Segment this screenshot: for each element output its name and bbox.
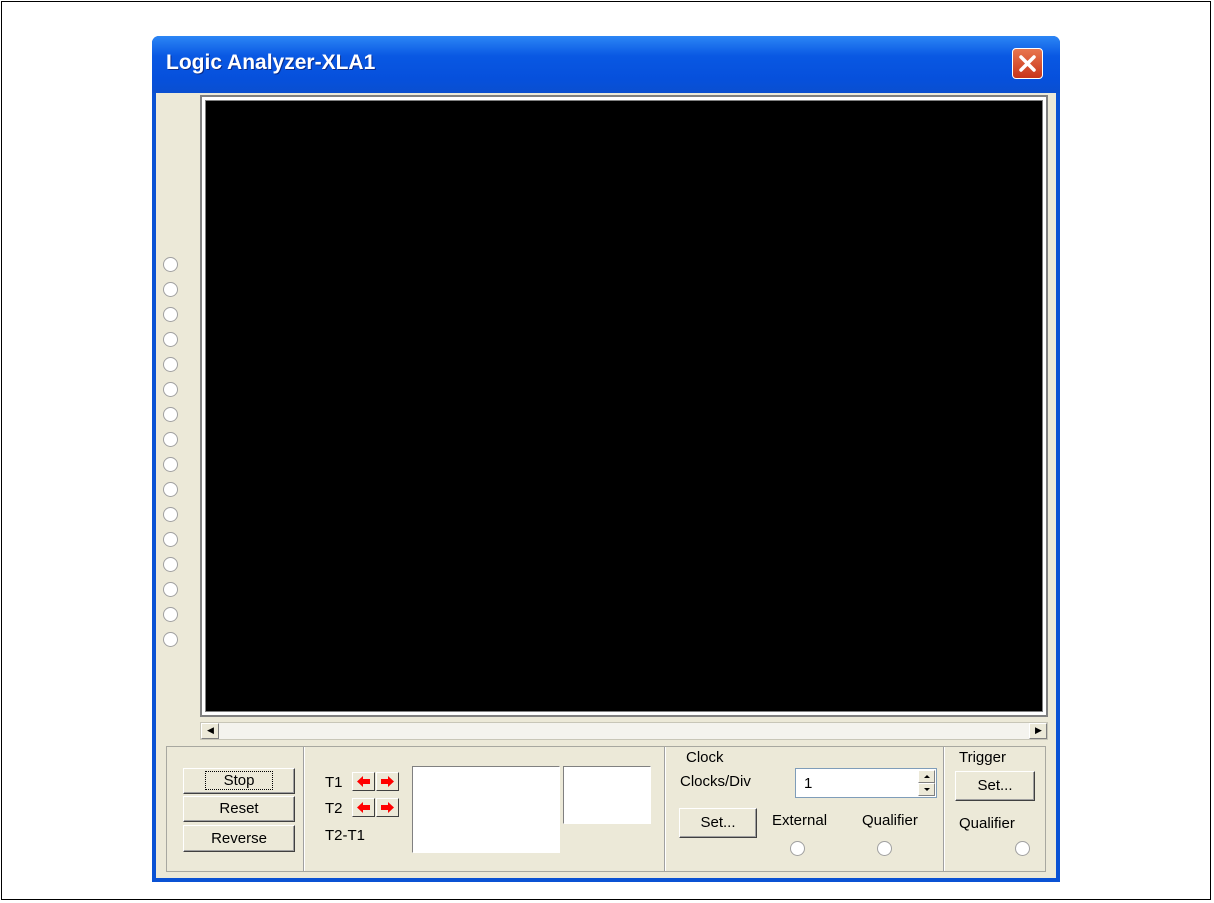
arrow-left-icon: [357, 802, 370, 813]
arrow-left-icon: [357, 776, 370, 787]
input-pin[interactable]: [163, 407, 178, 422]
t2-right-button[interactable]: [376, 798, 399, 817]
t1-label: T1: [325, 774, 343, 791]
t2-t1-label: T2-T1: [325, 827, 366, 844]
input-pin[interactable]: [163, 532, 178, 547]
clocks-per-div-label: Clocks/Div: [680, 773, 751, 790]
t1-left-button[interactable]: [352, 772, 375, 791]
input-pin[interactable]: [163, 557, 178, 572]
logic-analyzer-window: Logic Analyzer-XLA1 ◀ ▶ Stop Reset Rever…: [152, 36, 1060, 882]
control-panel: Stop Reset Reverse T1 T2 T2-T1 Clock Clo…: [166, 746, 1046, 872]
t2-left-button[interactable]: [352, 798, 375, 817]
trigger-set-button[interactable]: Set...: [955, 771, 1035, 801]
waveform-display[interactable]: [205, 100, 1043, 712]
input-pin[interactable]: [163, 307, 178, 322]
reverse-button[interactable]: Reverse: [183, 825, 295, 852]
input-pin[interactable]: [163, 507, 178, 522]
window-client-area: ◀ ▶ Stop Reset Reverse T1 T2 T2-T1 Clock…: [156, 93, 1056, 878]
clocks-per-div-spinner[interactable]: [918, 770, 935, 796]
separator: [664, 747, 666, 871]
clock-qualifier-pin[interactable]: [877, 841, 892, 856]
input-pin[interactable]: [163, 332, 178, 347]
t1-right-button[interactable]: [376, 772, 399, 791]
trigger-qualifier-pin[interactable]: [1015, 841, 1030, 856]
input-pin[interactable]: [163, 607, 178, 622]
cursor-time-readout: [412, 766, 560, 853]
cursor-value-readout: [563, 766, 651, 824]
reset-button[interactable]: Reset: [183, 796, 295, 822]
input-pin[interactable]: [163, 457, 178, 472]
clock-group-title: Clock: [683, 749, 727, 766]
waveform-display-frame: [200, 95, 1048, 717]
input-pins: [163, 257, 183, 657]
clock-qualifier-label: Qualifier: [862, 812, 918, 829]
scroll-right-icon: ▶: [1035, 725, 1042, 735]
title-bar[interactable]: Logic Analyzer-XLA1: [152, 36, 1060, 93]
arrow-right-icon: [381, 776, 394, 787]
t2-label: T2: [325, 800, 343, 817]
input-pin[interactable]: [163, 632, 178, 647]
trigger-qualifier-label: Qualifier: [959, 815, 1015, 832]
spin-down-button[interactable]: [918, 783, 935, 796]
scroll-right-button[interactable]: ▶: [1029, 723, 1047, 739]
window-title: Logic Analyzer-XLA1: [166, 51, 376, 74]
separator: [943, 747, 945, 871]
arrow-right-icon: [381, 802, 394, 813]
external-label: External: [772, 812, 828, 829]
stop-button[interactable]: Stop: [183, 768, 295, 794]
horizontal-scrollbar[interactable]: ◀ ▶: [200, 722, 1048, 740]
close-icon: [1019, 55, 1036, 72]
input-pin[interactable]: [163, 432, 178, 447]
input-pin[interactable]: [163, 482, 178, 497]
trigger-group-title: Trigger: [959, 749, 1006, 766]
scroll-left-icon: ◀: [207, 725, 214, 735]
clock-set-button[interactable]: Set...: [679, 808, 757, 838]
input-pin[interactable]: [163, 257, 178, 272]
input-pin[interactable]: [163, 582, 178, 597]
clocks-per-div-input[interactable]: 1: [795, 768, 937, 798]
scroll-left-button[interactable]: ◀: [201, 723, 219, 739]
input-pin[interactable]: [163, 357, 178, 372]
input-pin[interactable]: [163, 282, 178, 297]
close-button[interactable]: [1012, 48, 1043, 79]
separator: [303, 747, 305, 871]
spin-up-button[interactable]: [918, 770, 935, 783]
clocks-per-div-value: 1: [804, 775, 813, 792]
external-clock-pin[interactable]: [790, 841, 805, 856]
input-pin[interactable]: [163, 382, 178, 397]
